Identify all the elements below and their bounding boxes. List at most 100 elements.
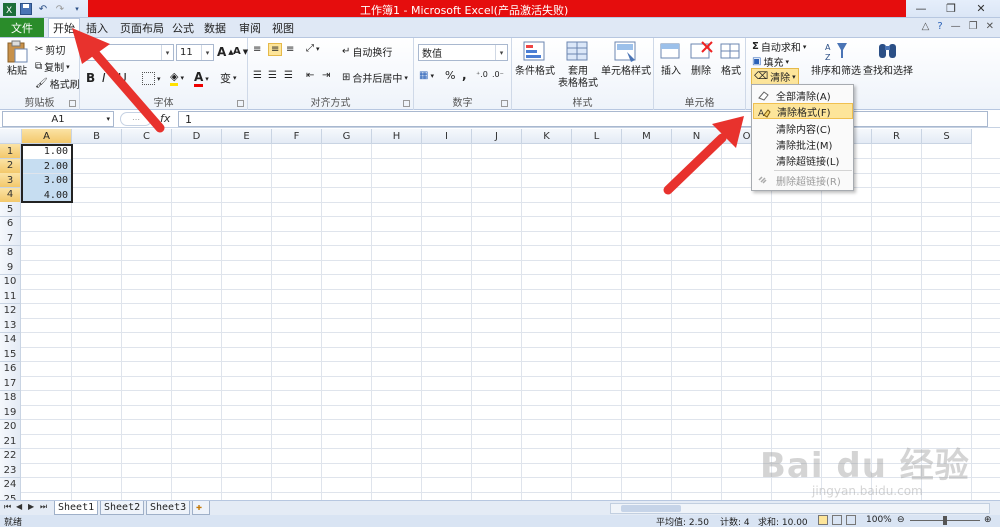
font-launcher[interactable]: [237, 100, 244, 107]
grow-font-button[interactable]: A ▲: [217, 45, 234, 59]
font-name-combo[interactable]: ▾: [84, 44, 174, 61]
align-bottom-button[interactable]: ≡: [286, 44, 294, 55]
formula-input[interactable]: 1: [178, 111, 988, 127]
column-header-m[interactable]: M: [622, 129, 672, 144]
save-icon[interactable]: [19, 2, 33, 16]
sheet-tab-1[interactable]: Sheet1: [54, 501, 99, 515]
row-header-9[interactable]: 9: [0, 260, 21, 275]
sheet-tab-3[interactable]: Sheet3: [146, 501, 191, 515]
select-all-corner[interactable]: [0, 129, 22, 144]
wrap-text-button[interactable]: ↵ 自动换行: [342, 44, 392, 59]
column-header-g[interactable]: G: [322, 129, 372, 144]
menu-clear-comments[interactable]: 清除批注(M): [753, 136, 853, 152]
font-color-button[interactable]: A ▾: [194, 70, 209, 87]
decrease-decimal-button[interactable]: .0⁻: [492, 70, 504, 79]
tab-formulas[interactable]: 公式: [168, 18, 198, 37]
page-layout-view-icon[interactable]: [832, 515, 842, 525]
cell-styles-button[interactable]: 单元格样式: [600, 40, 652, 78]
row-header-14[interactable]: 14: [0, 332, 21, 348]
format-painter-button[interactable]: 🖌 格式刷: [35, 76, 80, 91]
copy-button[interactable]: ⧉ 复制 ▾: [35, 59, 70, 74]
orientation-button[interactable]: ⤢ ▾: [306, 43, 320, 54]
page-break-view-icon[interactable]: [846, 515, 856, 525]
first-sheet-icon[interactable]: ⏮: [4, 502, 11, 512]
cell-a4[interactable]: 4.00: [22, 188, 72, 202]
align-left-button[interactable]: ☰: [253, 70, 262, 81]
underline-button[interactable]: U: [118, 71, 127, 85]
doc-restore-icon[interactable]: ❐: [969, 21, 978, 32]
column-header-j[interactable]: J: [472, 129, 522, 144]
insert-sheet-button[interactable]: ✚: [192, 501, 210, 515]
row-header-7[interactable]: 7: [0, 231, 21, 246]
font-size-combo[interactable]: 11 ▾: [176, 44, 214, 61]
row-header-2[interactable]: 2: [0, 158, 21, 174]
row-header-16[interactable]: 16: [0, 361, 21, 377]
name-box[interactable]: A1 ▾: [2, 111, 114, 127]
align-right-button[interactable]: ☰: [284, 70, 293, 81]
row-header-18[interactable]: 18: [0, 390, 21, 406]
row-header-22[interactable]: 22: [0, 448, 21, 464]
column-header-l[interactable]: L: [572, 129, 622, 144]
row-header-8[interactable]: 8: [0, 245, 21, 261]
menu-clear-contents[interactable]: 清除内容(C): [753, 120, 853, 136]
format-as-table-button[interactable]: 套用 表格格式: [556, 40, 600, 90]
increase-indent-button[interactable]: ⇥: [322, 70, 330, 81]
sheet-tab-2[interactable]: Sheet2: [100, 501, 145, 515]
scroll-thumb[interactable]: [621, 505, 681, 512]
row-header-19[interactable]: 19: [0, 405, 21, 420]
row-header-4[interactable]: 4: [0, 187, 21, 203]
clear-button[interactable]: ⌫ 清除 ▾: [751, 68, 799, 85]
number-format-combo[interactable]: 数值 ▾: [418, 44, 508, 61]
tab-file[interactable]: 文件: [0, 18, 44, 37]
cut-button[interactable]: ✂ 剪切: [35, 42, 65, 57]
cell-a3[interactable]: 3.00: [22, 173, 72, 188]
column-header-s[interactable]: S: [922, 129, 972, 144]
borders-button[interactable]: ▾: [142, 72, 161, 85]
doc-close-icon[interactable]: ✕: [986, 21, 994, 32]
row-header-5[interactable]: 5: [0, 202, 21, 217]
formula-cancel-confirm[interactable]: ⋯: [120, 112, 152, 126]
customize-qat-icon[interactable]: ▾: [70, 2, 84, 16]
doc-minimize-icon[interactable]: —: [951, 21, 961, 32]
column-header-c[interactable]: C: [122, 129, 172, 144]
row-header-15[interactable]: 15: [0, 347, 21, 362]
menu-clear-all[interactable]: 全部清除(A): [753, 87, 853, 103]
undo-icon[interactable]: ↶: [36, 2, 50, 16]
row-header-21[interactable]: 21: [0, 434, 21, 449]
zoom-in-icon[interactable]: ⊕: [984, 515, 992, 525]
help-icon[interactable]: ?: [937, 21, 942, 32]
tab-insert[interactable]: 插入: [82, 18, 112, 37]
horizontal-scrollbar[interactable]: [610, 503, 990, 514]
alignment-launcher[interactable]: [403, 100, 410, 107]
paste-button[interactable]: 粘贴: [4, 40, 30, 78]
tab-page-layout[interactable]: 页面布局: [116, 18, 168, 37]
column-header-k[interactable]: K: [522, 129, 572, 144]
row-header-3[interactable]: 3: [0, 173, 21, 188]
normal-view-icon[interactable]: [818, 515, 828, 525]
next-sheet-icon[interactable]: ▶: [28, 502, 34, 511]
ribbon-minimize-icon[interactable]: △: [922, 21, 930, 32]
column-header-a[interactable]: A: [22, 129, 72, 144]
zoom-level[interactable]: 100%: [866, 515, 892, 525]
number-launcher[interactable]: [501, 100, 508, 107]
zoom-out-icon[interactable]: ⊖: [897, 515, 905, 525]
phonetic-button[interactable]: 变 ▾: [220, 70, 237, 86]
align-middle-button[interactable]: ≡: [268, 43, 283, 56]
percent-button[interactable]: %: [445, 69, 455, 82]
increase-decimal-button[interactable]: ⁺.0: [476, 70, 488, 79]
merge-center-button[interactable]: ⊞ 合并后居中 ▾: [342, 70, 408, 85]
row-header-6[interactable]: 6: [0, 216, 21, 232]
minimize-icon[interactable]: —: [906, 0, 936, 17]
accounting-button[interactable]: ▦ ▾: [419, 70, 434, 81]
cell-a1[interactable]: 1.00: [22, 144, 72, 159]
align-center-button[interactable]: ☰: [268, 70, 277, 81]
comma-button[interactable]: ,: [462, 68, 467, 82]
row-header-11[interactable]: 11: [0, 289, 21, 304]
conditional-format-button[interactable]: 条件格式: [514, 40, 556, 78]
clipboard-launcher[interactable]: [69, 100, 76, 107]
row-header-10[interactable]: 10: [0, 274, 21, 290]
column-header-d[interactable]: D: [172, 129, 222, 144]
fill-color-button[interactable]: ◈ ▾: [170, 70, 184, 86]
column-header-f[interactable]: F: [272, 129, 322, 144]
tab-data[interactable]: 数据: [200, 18, 230, 37]
